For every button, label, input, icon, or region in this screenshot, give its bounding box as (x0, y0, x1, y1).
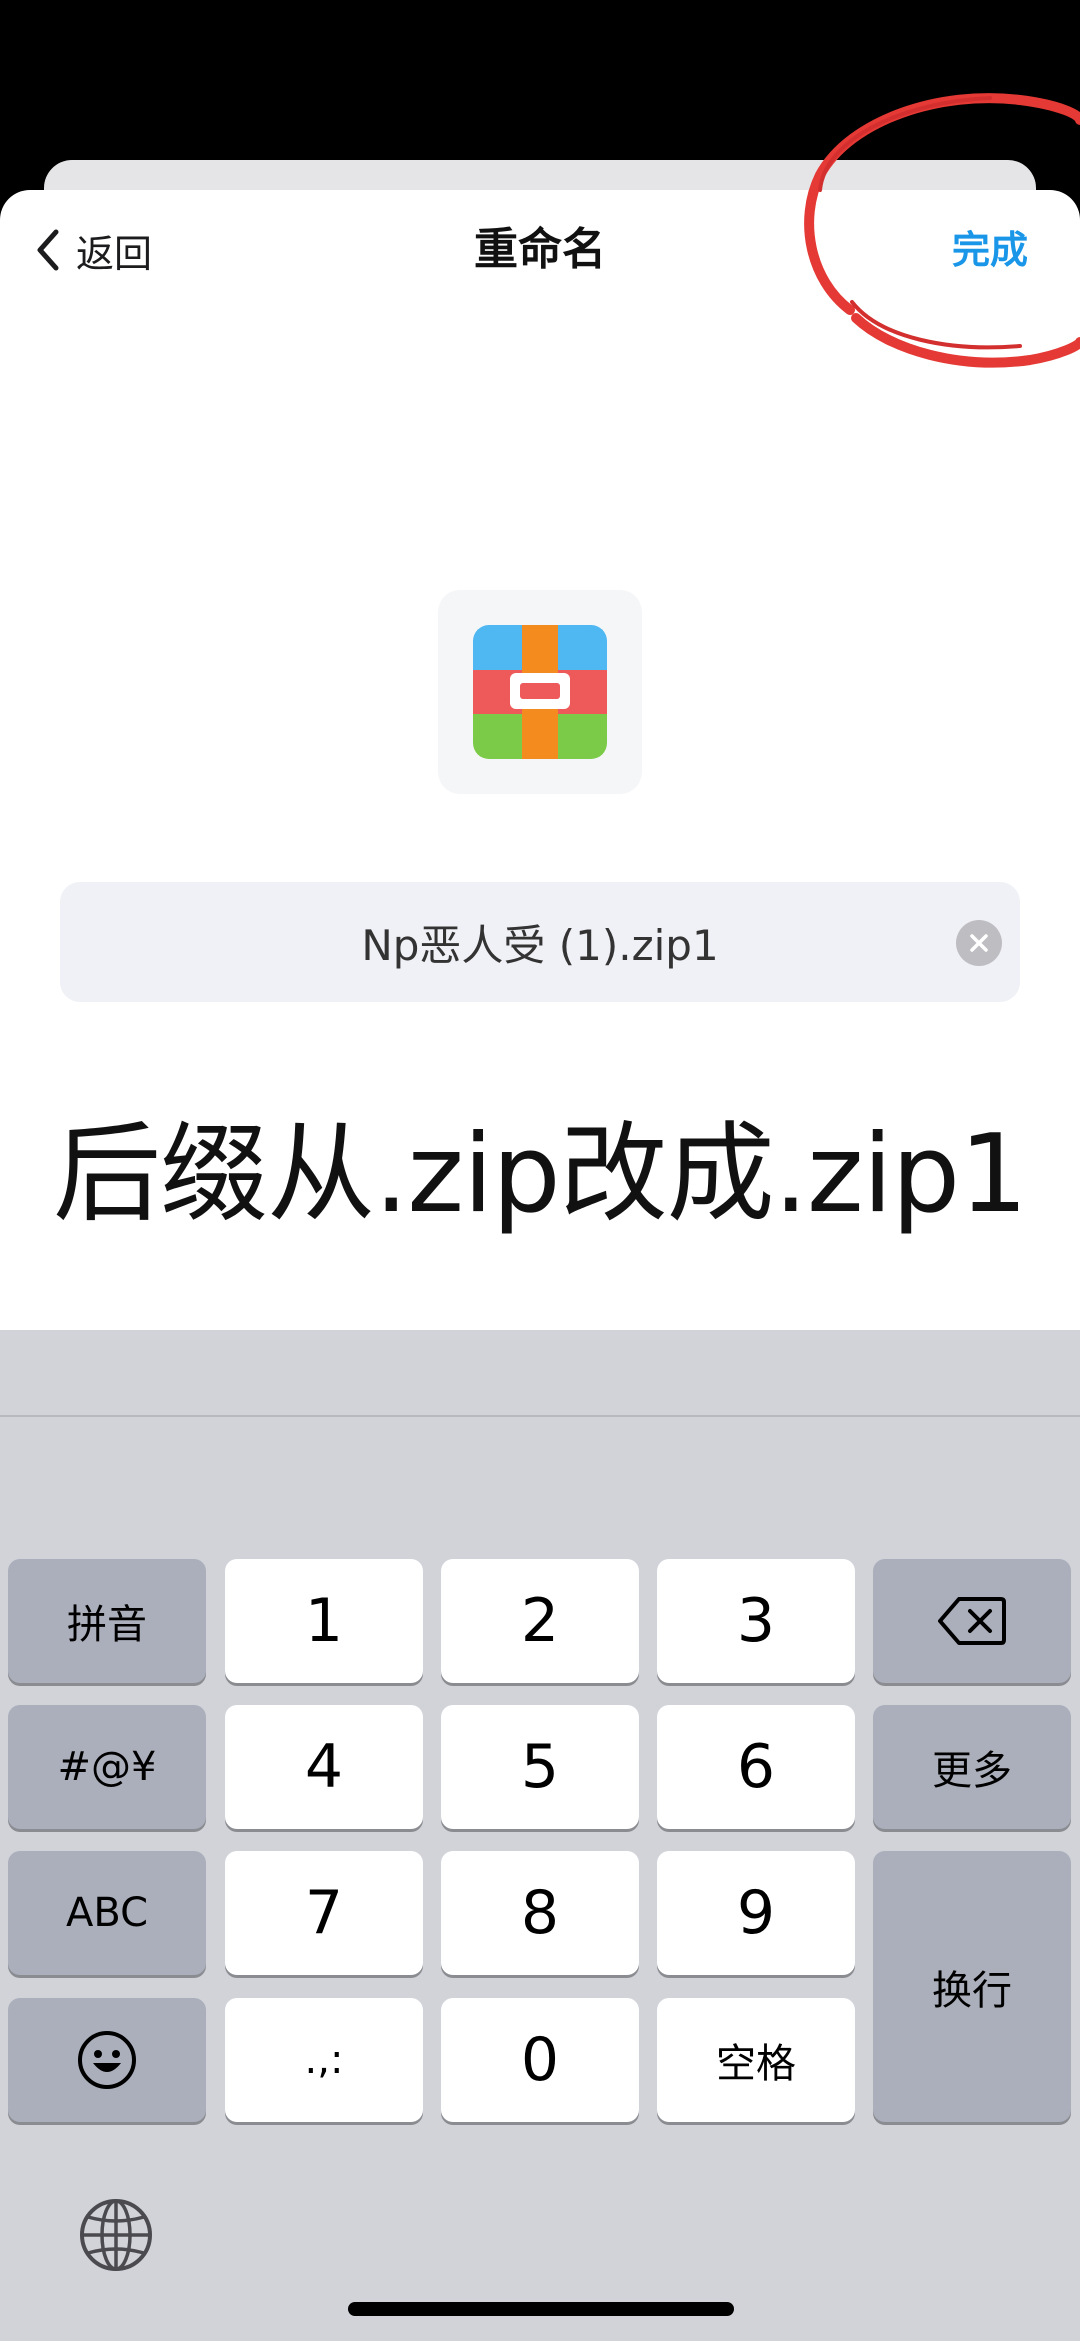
backspace-icon (938, 1597, 1006, 1645)
key-2[interactable]: 2 (441, 1559, 639, 1683)
numeric-keyboard (0, 1330, 1080, 2341)
key-emoji[interactable] (8, 1998, 206, 2122)
key-0[interactable]: 0 (441, 1998, 639, 2122)
key-7[interactable]: 7 (225, 1851, 423, 1975)
key-space[interactable]: 空格 (657, 1998, 855, 2122)
key-pinyin[interactable]: 拼音 (8, 1559, 206, 1683)
key-return[interactable]: 换行 (873, 1851, 1071, 2122)
key-8[interactable]: 8 (441, 1851, 639, 1975)
clear-text-button[interactable] (956, 920, 1002, 966)
key-5[interactable]: 5 (441, 1705, 639, 1829)
key-punctuation[interactable]: .,: (225, 1998, 423, 2122)
annotation-text: 后缀从.zip改成.zip1 (53, 1112, 1028, 1237)
key-3[interactable]: 3 (657, 1559, 855, 1683)
filename-field (60, 882, 1020, 1002)
key-more[interactable]: 更多 (873, 1705, 1071, 1829)
file-icon-tile (438, 590, 642, 794)
key-9[interactable]: 9 (657, 1851, 855, 1975)
key-6[interactable]: 6 (657, 1705, 855, 1829)
globe-icon[interactable] (76, 2195, 156, 2275)
key-abc[interactable]: ABC (8, 1851, 206, 1975)
key-1[interactable]: 1 (225, 1559, 423, 1683)
keyboard-divider (0, 1415, 1080, 1417)
filename-input[interactable] (60, 882, 1020, 1002)
page-title: 重命名 (474, 224, 606, 275)
key-delete[interactable] (873, 1559, 1071, 1683)
navbar: 返回 重命名 完成 (0, 190, 1080, 310)
home-indicator[interactable] (348, 2302, 734, 2316)
archive-file-icon (473, 625, 607, 759)
screen: 返回 重命名 完成 Np恶人受 (1).zip1 后缀从.zip改成.zip1 … (0, 0, 1080, 2341)
key-4[interactable]: 4 (225, 1705, 423, 1829)
emoji-icon (78, 2031, 136, 2089)
key-symbols[interactable]: #@¥ (8, 1705, 206, 1829)
done-button[interactable]: 完成 (952, 220, 1028, 280)
close-icon (970, 934, 988, 952)
